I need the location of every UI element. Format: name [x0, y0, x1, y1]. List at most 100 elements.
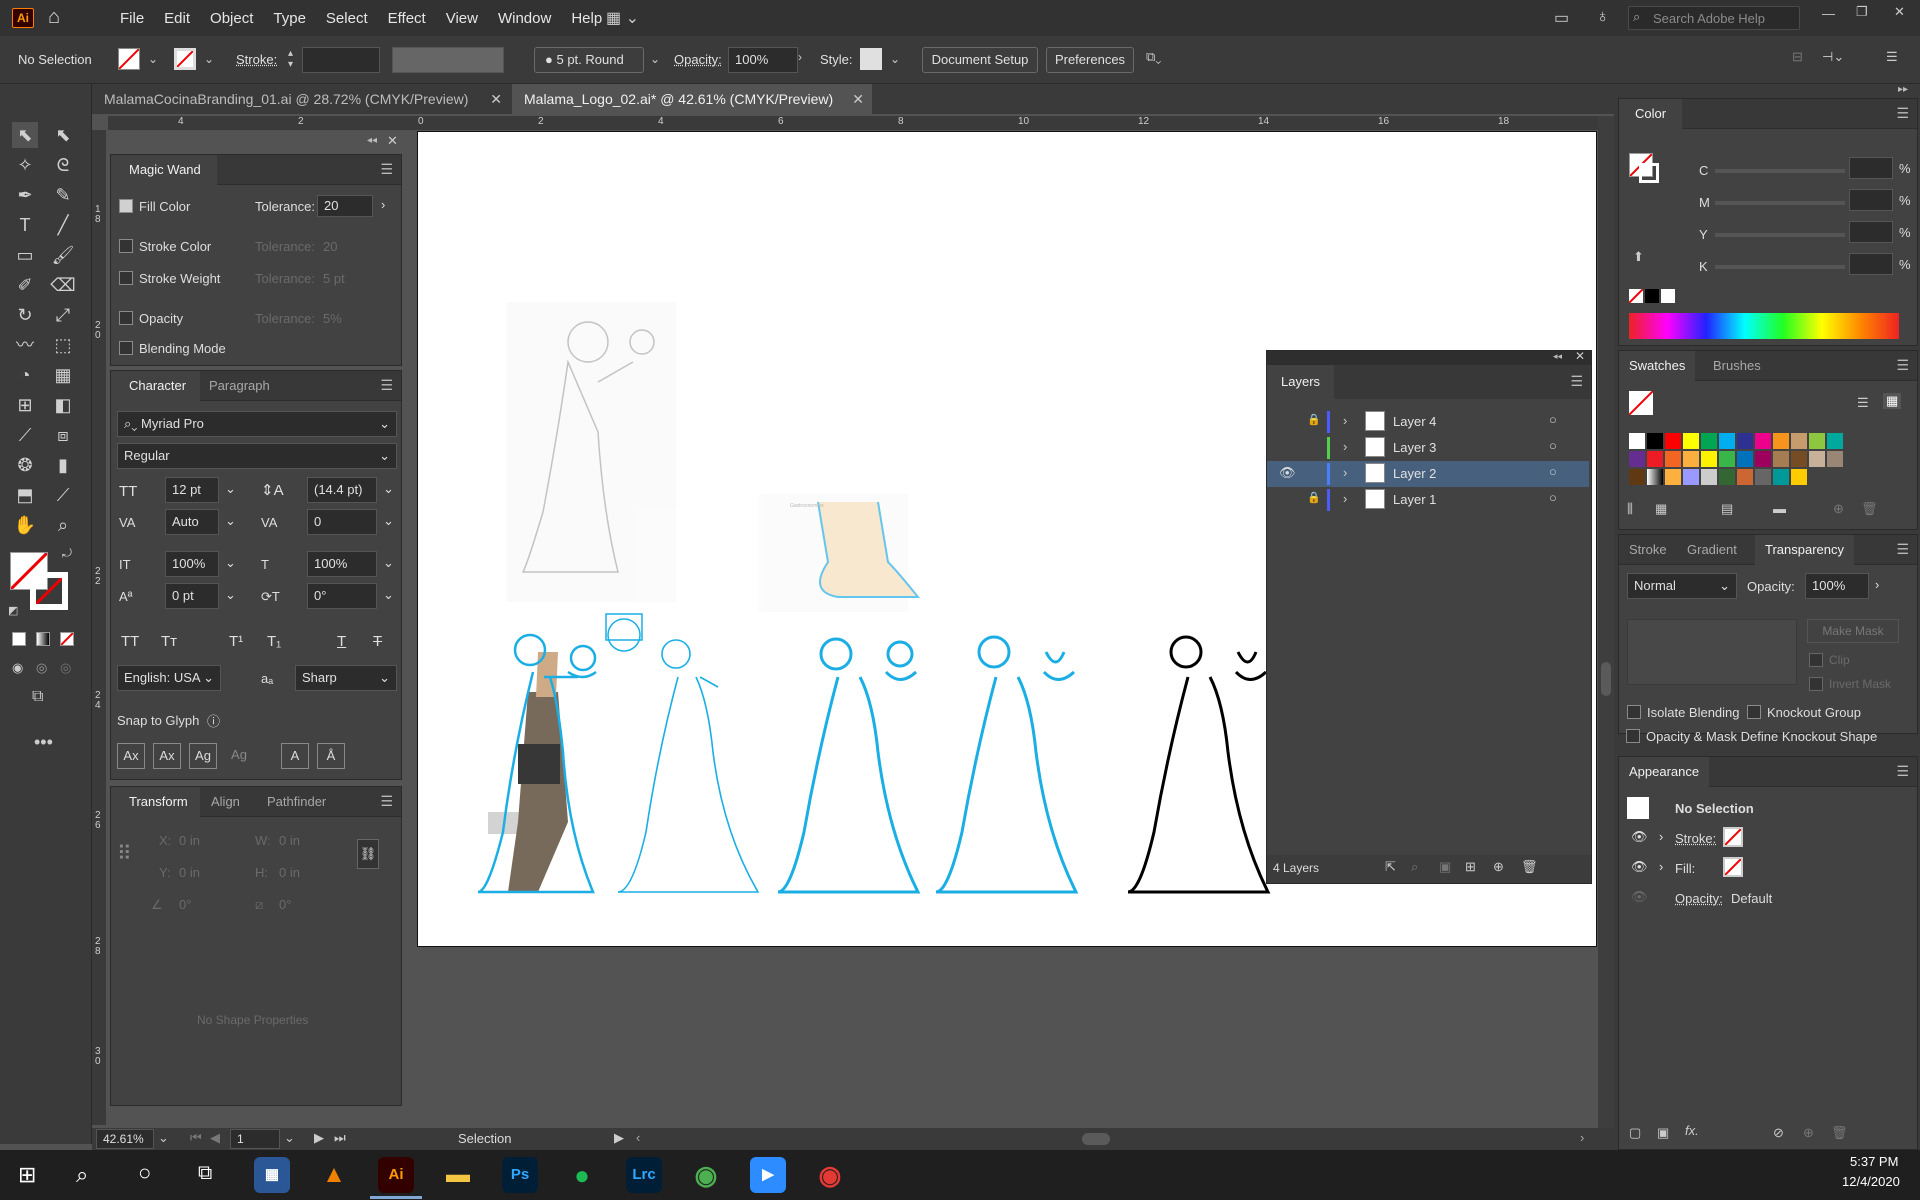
layer-name[interactable]: Layer 1: [1393, 492, 1436, 507]
draw-inside-icon[interactable]: ◎: [60, 660, 71, 676]
fill-tolerance-field[interactable]: 20: [317, 195, 373, 217]
snap-angular-guides-button[interactable]: Å: [317, 743, 345, 769]
brush-definition[interactable]: ● 5 pt. Round: [534, 47, 644, 73]
collapse-panel-icon[interactable]: ◂◂: [1553, 351, 1562, 362]
scroll-right-icon[interactable]: ›: [1580, 1130, 1584, 1145]
panel-menu-icon[interactable]: ☰: [1570, 373, 1583, 390]
swatch[interactable]: [1827, 451, 1843, 467]
swatch[interactable]: [1665, 469, 1681, 485]
default-colors-icon[interactable]: ◩: [8, 604, 18, 617]
snap-angular-button[interactable]: A: [281, 743, 309, 769]
magic-wand-tab[interactable]: Magic Wand: [111, 155, 217, 185]
invert-mask-checkbox[interactable]: [1809, 677, 1823, 691]
screen-mode-icon[interactable]: ⧉: [32, 688, 43, 706]
constrain-proportions-icon[interactable]: ⛓: [357, 839, 379, 869]
white-swatch[interactable]: [1661, 289, 1675, 303]
leading-dropdown-icon[interactable]: ⌄: [383, 481, 394, 497]
opacity-arrow-icon[interactable]: ›: [1875, 577, 1879, 592]
color-spectrum[interactable]: [1629, 313, 1899, 339]
blend-tool-icon[interactable]: ⧈: [50, 422, 76, 448]
export-icon[interactable]: ⇱: [1385, 859, 1396, 875]
stroke-attr-label[interactable]: Stroke:: [1675, 831, 1716, 846]
none-swatch[interactable]: [1628, 288, 1644, 304]
brushes-tab[interactable]: Brushes: [1713, 351, 1761, 381]
y-field[interactable]: [1849, 221, 1893, 243]
small-caps-icon[interactable]: Tт: [161, 633, 177, 650]
opacity-attr-label[interactable]: Opacity:: [1675, 891, 1723, 906]
add-stroke-icon[interactable]: ▢: [1629, 1125, 1641, 1141]
swatch[interactable]: [1701, 469, 1717, 485]
snap-baseline-button[interactable]: Ax: [117, 743, 145, 769]
grid-view-icon[interactable]: ▦: [1883, 393, 1902, 409]
preferences-button[interactable]: Preferences: [1046, 47, 1134, 73]
task-view-icon[interactable]: ⧉: [198, 1162, 212, 1185]
first-artboard-icon[interactable]: ⏮: [190, 1130, 202, 1146]
lock-icon[interactable]: 🔒: [1307, 413, 1321, 426]
horizontal-ruler[interactable]: 4 2 0 2 4 6 8 10 12 14 16 18: [108, 116, 1600, 130]
swatch[interactable]: [1719, 451, 1735, 467]
swatch[interactable]: [1791, 433, 1807, 449]
k-field[interactable]: [1849, 253, 1893, 275]
delete-swatch-icon[interactable]: 🗑: [1861, 501, 1878, 517]
fill-visibility-icon[interactable]: 👁: [1631, 859, 1648, 875]
menu-type[interactable]: Type: [263, 10, 316, 27]
paintbrush-tool-icon[interactable]: 🖌: [50, 242, 76, 268]
swatch[interactable]: [1629, 451, 1645, 467]
layer-row-1[interactable]: 🔒 › Layer 1 ○: [1267, 487, 1589, 513]
clipping-mask-icon[interactable]: ▣: [1439, 859, 1451, 875]
stroke-swatch[interactable]: [174, 48, 196, 70]
panel-menu-icon[interactable]: ☰: [380, 161, 393, 178]
curvature-tool-icon[interactable]: ✎: [50, 182, 76, 208]
appearance-tab[interactable]: Appearance: [1619, 757, 1710, 787]
control-menu-icon[interactable]: ☰: [1886, 49, 1898, 65]
photoshop-app-icon[interactable]: Ps: [502, 1157, 538, 1193]
restore-icon[interactable]: ❐: [1856, 4, 1868, 20]
layer-row-2[interactable]: 👁 › Layer 2 ○: [1267, 461, 1589, 487]
expand-icon[interactable]: ›: [1343, 413, 1347, 428]
stroke-weight-field[interactable]: [302, 47, 380, 73]
stroke-visibility-icon[interactable]: 👁: [1631, 829, 1648, 845]
list-view-icon[interactable]: ☰: [1857, 395, 1869, 411]
swatch[interactable]: [1647, 469, 1663, 485]
panel-menu-icon[interactable]: ☰: [1896, 763, 1909, 780]
scroll-left-icon[interactable]: ‹: [636, 1130, 640, 1145]
graph-tool-icon[interactable]: ▮: [50, 452, 76, 478]
close-panel-icon[interactable]: ✕: [1575, 349, 1585, 363]
pen-tool-icon[interactable]: ✒: [12, 182, 38, 208]
swatch[interactable]: [1629, 469, 1645, 485]
clip-checkbox[interactable]: [1809, 653, 1823, 667]
vertical-scale-field[interactable]: 100%: [165, 551, 219, 577]
horizontal-scale-field[interactable]: 100%: [307, 551, 377, 577]
gradient-tool-icon[interactable]: ◧: [50, 392, 76, 418]
clear-appearance-icon[interactable]: ⊘: [1773, 1125, 1784, 1141]
color-tab[interactable]: Color: [1619, 99, 1683, 129]
opacity-field[interactable]: 100%: [728, 47, 798, 73]
delete-item-icon[interactable]: 🗑: [1831, 1125, 1848, 1141]
reference-point-icon[interactable]: ⠿: [117, 841, 132, 866]
hscale-dropdown-icon[interactable]: ⌄: [383, 555, 394, 571]
collapse-panel-icon[interactable]: ◂◂: [367, 135, 377, 146]
char-rotation-field[interactable]: 0°: [307, 583, 377, 609]
zoom-app-icon[interactable]: ▶: [750, 1157, 786, 1193]
rectangle-tool-icon[interactable]: ▭: [12, 242, 38, 268]
scroll-thumb[interactable]: [1601, 662, 1611, 696]
fill-attr-swatch[interactable]: [1723, 857, 1743, 877]
document-setup-button[interactable]: Document Setup: [922, 47, 1038, 73]
align-icon[interactable]: ⊟: [1792, 49, 1803, 65]
status-menu-icon[interactable]: ▶: [614, 1130, 624, 1146]
knockout-group-checkbox[interactable]: [1747, 705, 1761, 719]
paragraph-tab[interactable]: Paragraph: [209, 371, 270, 401]
stroke-attr-swatch[interactable]: [1723, 827, 1743, 847]
snap-xheight-button[interactable]: Ax: [153, 743, 181, 769]
stroke-tab[interactable]: Stroke: [1629, 535, 1667, 565]
swatch[interactable]: [1701, 433, 1717, 449]
doc-tab-logo[interactable]: Malama_Logo_02.ai* @ 42.61% (CMYK/Previe…: [512, 84, 872, 114]
tracking-field[interactable]: 0: [307, 509, 377, 535]
m-slider[interactable]: [1715, 201, 1845, 205]
stroke-weight-stepper[interactable]: ▴ ▾: [288, 48, 293, 70]
edit-toolbar-icon[interactable]: •••: [34, 732, 53, 753]
swap-colors-icon[interactable]: ⤾: [62, 546, 72, 561]
perspective-grid-tool-icon[interactable]: ▦: [50, 362, 76, 388]
font-size-field[interactable]: 12 pt: [165, 477, 219, 503]
lightroom-classic-app-icon[interactable]: Lrc: [626, 1157, 662, 1193]
